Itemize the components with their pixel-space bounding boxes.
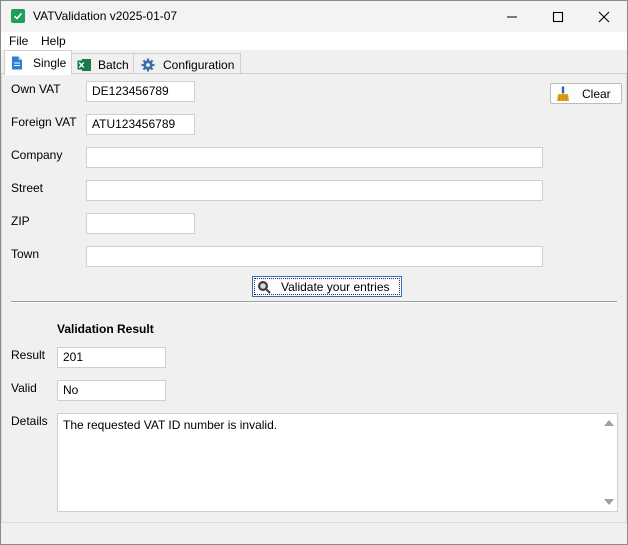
broom-icon: [557, 86, 569, 101]
foreign-vat-input[interactable]: ATU123456789: [86, 114, 195, 135]
details-textarea[interactable]: The requested VAT ID number is invalid.: [57, 413, 618, 512]
minimize-icon: [507, 16, 517, 18]
window-title: VATValidation v2025-01-07: [33, 9, 178, 23]
town-label: Town: [11, 247, 40, 261]
details-scrollbar[interactable]: [600, 414, 617, 511]
close-button[interactable]: [581, 1, 627, 32]
zip-label: ZIP: [11, 214, 30, 228]
gear-icon: [141, 58, 155, 72]
tab-configuration-label: Configuration: [163, 58, 235, 72]
own-vat-input[interactable]: DE123456789: [86, 81, 195, 102]
details-label: Details: [11, 414, 48, 428]
minimize-button[interactable]: [489, 1, 535, 32]
validation-result-title: Validation Result: [57, 322, 154, 336]
app-window: VATValidation v2025-01-07 File Help Sing…: [0, 0, 628, 545]
scroll-up-arrow-icon[interactable]: [604, 420, 614, 426]
document-icon: [12, 56, 22, 70]
validate-button-label: Validate your entries: [281, 280, 390, 294]
own-vat-label: Own VAT: [11, 82, 61, 96]
result-value[interactable]: 201: [57, 347, 166, 368]
tab-configuration[interactable]: Configuration: [133, 53, 241, 75]
maximize-icon: [552, 11, 564, 23]
excel-icon: [77, 59, 91, 71]
menu-bar: File Help: [1, 32, 627, 50]
menu-file[interactable]: File: [9, 34, 28, 48]
status-bar: [1, 522, 627, 544]
clear-button-label: Clear: [582, 87, 611, 101]
scroll-down-arrow-icon[interactable]: [604, 499, 614, 505]
tab-single-label: Single: [33, 56, 67, 70]
town-input[interactable]: [86, 246, 543, 267]
menu-help[interactable]: Help: [41, 34, 66, 48]
tab-batch[interactable]: Batch: [70, 53, 135, 75]
validate-button[interactable]: Validate your entries: [252, 276, 402, 297]
valid-value[interactable]: No: [57, 380, 166, 401]
tab-batch-label: Batch: [98, 58, 129, 72]
magnifier-icon: [258, 281, 271, 294]
title-bar[interactable]: VATValidation v2025-01-07: [1, 1, 627, 32]
street-label: Street: [11, 181, 44, 195]
maximize-button[interactable]: [535, 1, 581, 32]
street-input[interactable]: [86, 180, 543, 201]
result-label: Result: [11, 348, 46, 362]
tab-strip: Single Batch Configuration: [1, 50, 627, 75]
details-text: The requested VAT ID number is invalid.: [63, 418, 278, 432]
zip-input[interactable]: [86, 213, 195, 234]
close-icon: [598, 11, 610, 23]
app-check-icon: [11, 9, 25, 23]
valid-label: Valid: [11, 381, 37, 395]
company-label: Company: [11, 148, 63, 162]
tab-single[interactable]: Single: [4, 50, 72, 75]
company-input[interactable]: [86, 147, 543, 168]
clear-button[interactable]: Clear: [550, 83, 622, 104]
foreign-vat-label: Foreign VAT: [11, 115, 77, 129]
separator: [11, 301, 617, 303]
